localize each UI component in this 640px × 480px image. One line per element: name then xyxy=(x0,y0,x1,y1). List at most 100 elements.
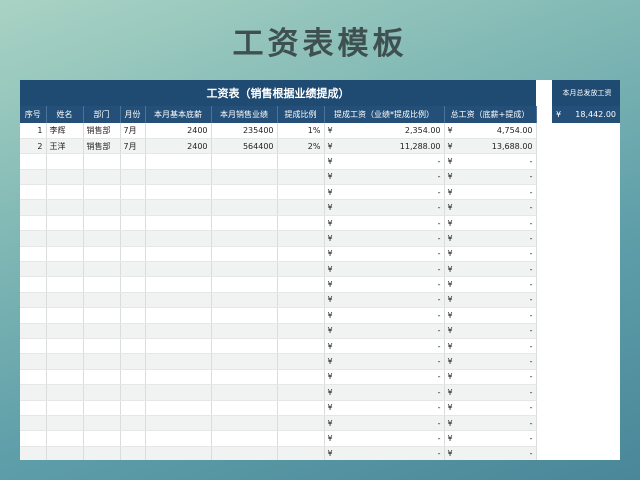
cell-rate[interactable] xyxy=(277,353,325,370)
cell-name[interactable] xyxy=(46,261,84,278)
cell-rate[interactable] xyxy=(277,153,325,170)
cell-base[interactable] xyxy=(145,153,212,170)
cell-month[interactable] xyxy=(120,153,146,170)
cell-base[interactable] xyxy=(145,292,212,309)
cell-name[interactable] xyxy=(46,199,84,216)
cell-rate[interactable] xyxy=(277,199,325,216)
cell-sales[interactable] xyxy=(211,353,278,370)
cell-dept[interactable]: 销售部 xyxy=(83,138,121,155)
cell-month[interactable] xyxy=(120,261,146,278)
cell-dept[interactable] xyxy=(83,400,121,416)
cell-no[interactable] xyxy=(20,446,47,460)
cell-total[interactable]: ¥ - xyxy=(444,323,537,339)
cell-no[interactable] xyxy=(20,276,47,293)
cell-month[interactable] xyxy=(120,338,146,355)
cell-name[interactable] xyxy=(46,307,84,324)
cell-total[interactable]: ¥ - xyxy=(444,430,537,447)
cell-total[interactable]: ¥ - xyxy=(444,276,537,293)
cell-no[interactable] xyxy=(20,246,47,263)
cell-commission[interactable]: ¥ - xyxy=(324,307,445,324)
cell-total[interactable]: ¥13,688.00 xyxy=(444,138,537,155)
column-header[interactable]: 序号 xyxy=(20,106,47,123)
cell-rate[interactable] xyxy=(277,169,325,186)
cell-no[interactable] xyxy=(20,184,47,201)
cell-sales[interactable] xyxy=(211,384,278,401)
cell-sales[interactable] xyxy=(211,292,278,309)
cell-no[interactable] xyxy=(20,415,47,432)
column-header[interactable]: 提成比例 xyxy=(277,106,325,123)
cell-sales[interactable]: 235400 xyxy=(211,123,278,139)
cell-dept[interactable] xyxy=(83,215,121,232)
column-header[interactable]: 总工资（底薪+提成） xyxy=(444,106,537,123)
cell-rate[interactable] xyxy=(277,430,325,447)
cell-commission[interactable]: ¥ - xyxy=(324,276,445,293)
cell-base[interactable] xyxy=(145,276,212,293)
cell-month[interactable] xyxy=(120,215,146,232)
cell-commission[interactable]: ¥ - xyxy=(324,292,445,309)
cell-sales[interactable] xyxy=(211,276,278,293)
cell-commission[interactable]: ¥ - xyxy=(324,430,445,447)
cell-dept[interactable] xyxy=(83,153,121,170)
cell-sales[interactable] xyxy=(211,323,278,339)
cell-dept[interactable] xyxy=(83,261,121,278)
cell-no[interactable] xyxy=(20,292,47,309)
cell-no[interactable] xyxy=(20,307,47,324)
cell-rate[interactable]: 2% xyxy=(277,138,325,155)
cell-month[interactable] xyxy=(120,353,146,370)
cell-commission[interactable]: ¥ - xyxy=(324,446,445,460)
cell-rate[interactable] xyxy=(277,369,325,386)
cell-no[interactable] xyxy=(20,199,47,216)
cell-dept[interactable] xyxy=(83,184,121,201)
cell-sales[interactable] xyxy=(211,446,278,460)
cell-no[interactable] xyxy=(20,369,47,386)
cell-total[interactable]: ¥4,754.00 xyxy=(444,123,537,139)
cell-base[interactable]: 2400 xyxy=(145,123,212,139)
column-header[interactable]: 本月销售业绩 xyxy=(211,106,278,123)
cell-base[interactable] xyxy=(145,338,212,355)
cell-name[interactable] xyxy=(46,215,84,232)
cell-dept[interactable] xyxy=(83,246,121,263)
cell-commission[interactable]: ¥ - xyxy=(324,415,445,432)
cell-name[interactable] xyxy=(46,446,84,460)
cell-no[interactable] xyxy=(20,384,47,401)
cell-base[interactable] xyxy=(145,446,212,460)
cell-name[interactable] xyxy=(46,384,84,401)
cell-month[interactable] xyxy=(120,446,146,460)
cell-dept[interactable] xyxy=(83,369,121,386)
cell-base[interactable] xyxy=(145,307,212,324)
cell-month[interactable] xyxy=(120,400,146,416)
summary-value[interactable]: ¥ 18,442.00 xyxy=(552,106,620,123)
cell-total[interactable]: ¥ - xyxy=(444,338,537,355)
cell-dept[interactable] xyxy=(83,338,121,355)
cell-month[interactable] xyxy=(120,384,146,401)
cell-commission[interactable]: ¥ - xyxy=(324,323,445,339)
cell-base[interactable] xyxy=(145,199,212,216)
cell-dept[interactable] xyxy=(83,230,121,247)
cell-dept[interactable] xyxy=(83,384,121,401)
cell-dept[interactable] xyxy=(83,415,121,432)
cell-commission[interactable]: ¥ - xyxy=(324,338,445,355)
cell-month[interactable]: 7月 xyxy=(120,138,146,155)
cell-sales[interactable]: 564400 xyxy=(211,138,278,155)
cell-no[interactable]: 2 xyxy=(20,138,47,155)
cell-month[interactable] xyxy=(120,369,146,386)
cell-base[interactable] xyxy=(145,261,212,278)
cell-no[interactable] xyxy=(20,153,47,170)
cell-commission[interactable]: ¥ - xyxy=(324,215,445,232)
cell-base[interactable] xyxy=(145,400,212,416)
cell-total[interactable]: ¥ - xyxy=(444,215,537,232)
cell-total[interactable]: ¥ - xyxy=(444,353,537,370)
cell-total[interactable]: ¥ - xyxy=(444,169,537,186)
cell-name[interactable] xyxy=(46,292,84,309)
cell-dept[interactable] xyxy=(83,307,121,324)
cell-commission[interactable]: ¥2,354.00 xyxy=(324,123,445,139)
cell-base[interactable] xyxy=(145,384,212,401)
cell-dept[interactable] xyxy=(83,276,121,293)
cell-base[interactable] xyxy=(145,184,212,201)
cell-no[interactable] xyxy=(20,353,47,370)
cell-total[interactable]: ¥ - xyxy=(444,369,537,386)
cell-commission[interactable]: ¥ - xyxy=(324,400,445,416)
cell-rate[interactable] xyxy=(277,400,325,416)
cell-total[interactable]: ¥ - xyxy=(444,184,537,201)
cell-sales[interactable] xyxy=(211,246,278,263)
